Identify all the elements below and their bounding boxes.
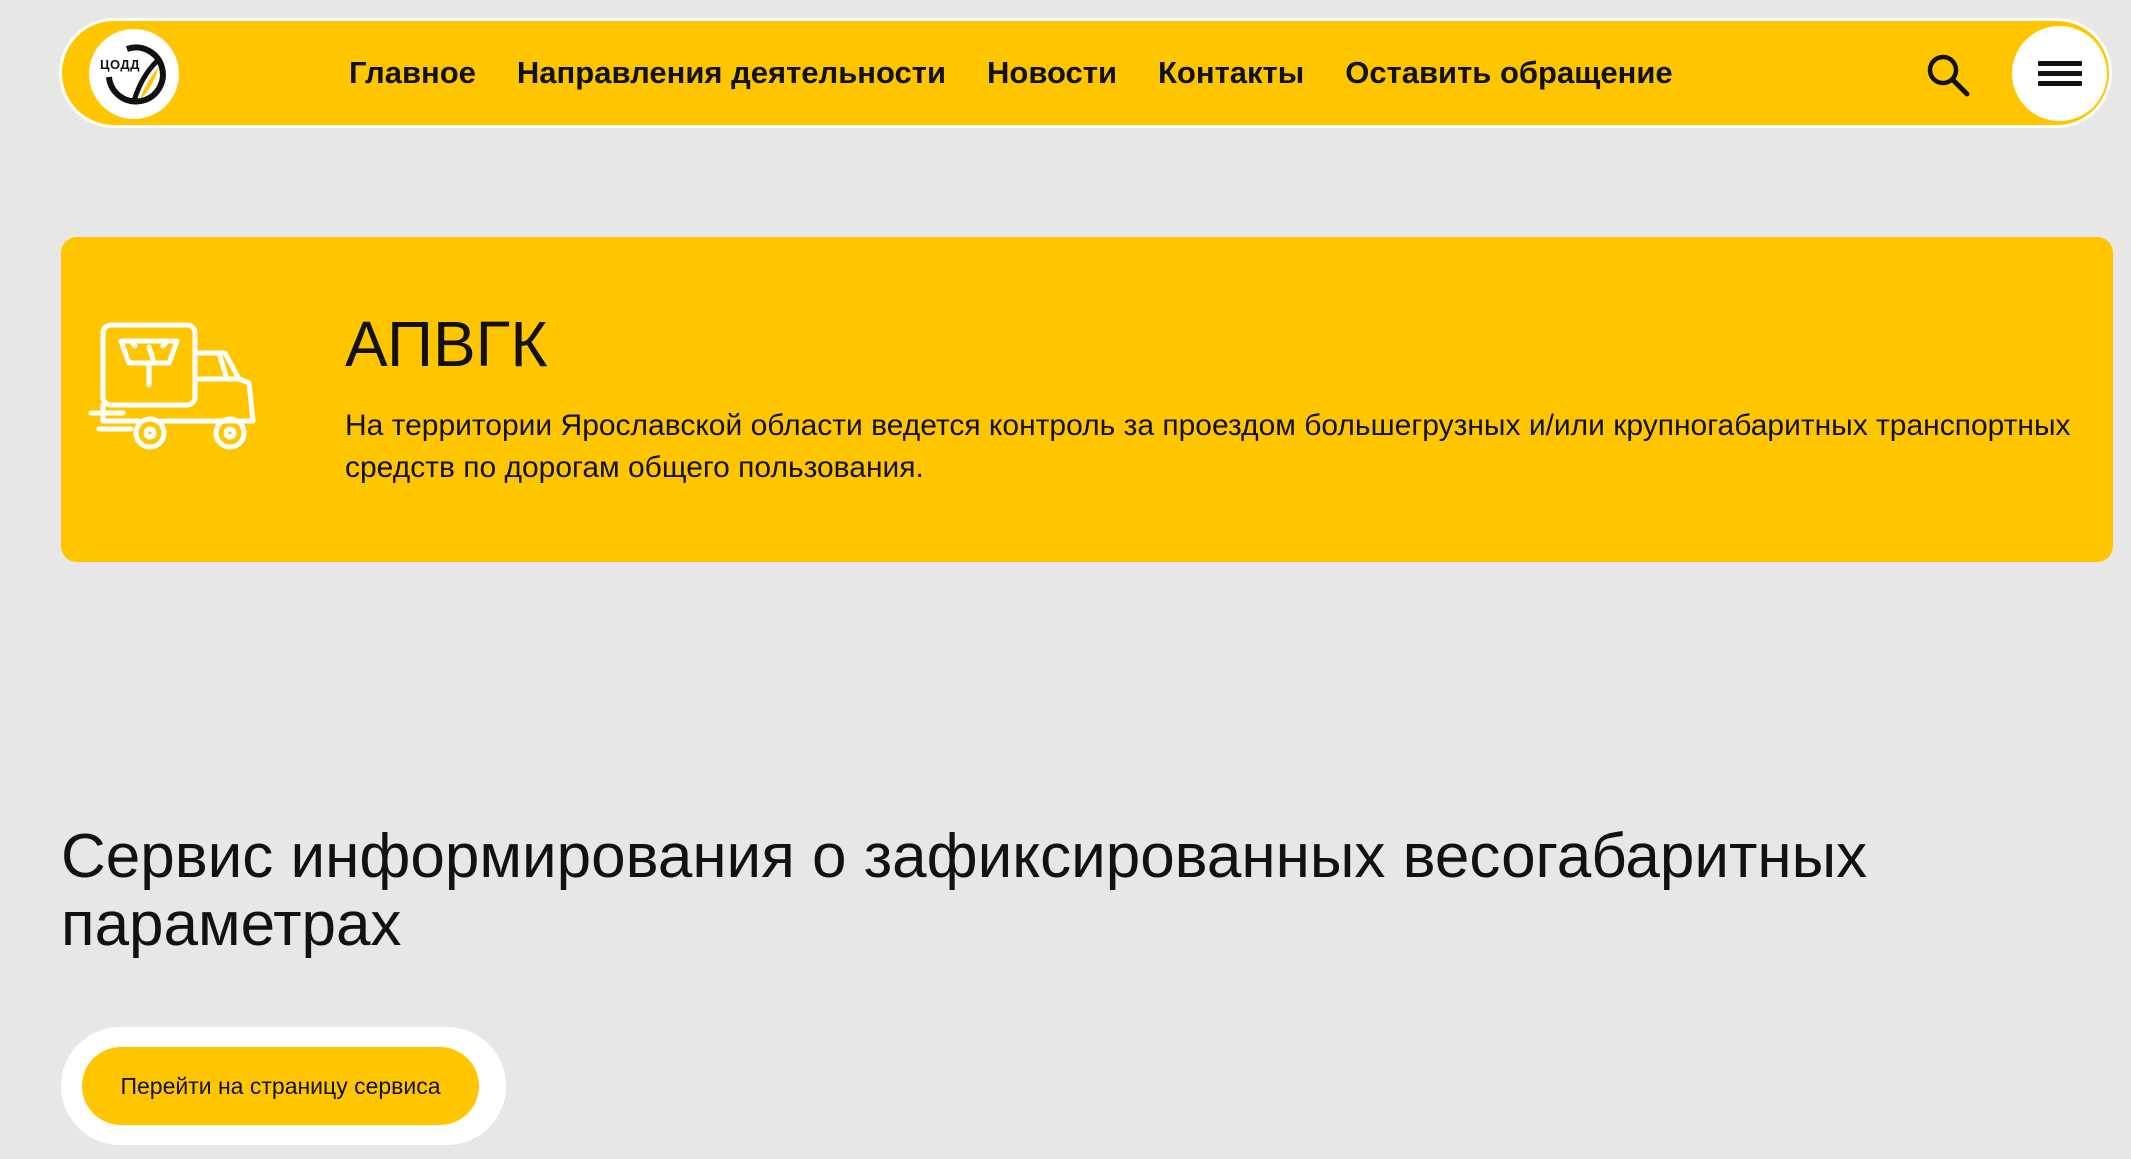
hero-banner: АПВГК На территории Ярославской области …	[61, 237, 2113, 562]
page-title: АПВГК	[345, 308, 548, 380]
nav-item-news[interactable]: Новости	[987, 55, 1117, 91]
menu-button[interactable]	[2012, 26, 2107, 121]
service-button-container: Перейти на страницу сервиса	[61, 1027, 506, 1145]
nav-item-contacts[interactable]: Контакты	[1158, 55, 1304, 91]
nav-item-main[interactable]: Главное	[349, 55, 476, 91]
truck-scale-icon	[87, 321, 287, 476]
logo-text: ЦОДД	[100, 57, 140, 72]
service-section-title: Сервис информирования о зафиксированных …	[61, 822, 1868, 959]
hero-description: На территории Ярославской области ведетс…	[345, 409, 2071, 484]
site-header: ЦОДД Главное Направления деятельности Но…	[59, 18, 2112, 128]
hamburger-menu-icon	[2037, 61, 2082, 66]
go-to-service-button[interactable]: Перейти на страницу сервиса	[82, 1047, 479, 1125]
logo[interactable]: ЦОДД	[89, 29, 179, 119]
nav-item-activities[interactable]: Направления деятельности	[517, 55, 946, 91]
nav-item-appeal[interactable]: Оставить обращение	[1345, 55, 1672, 91]
logo-icon	[106, 44, 166, 105]
search-icon	[1927, 54, 1970, 97]
search-button[interactable]	[1924, 51, 1972, 99]
main-nav: Главное Направления деятельности Новости…	[349, 21, 1673, 125]
